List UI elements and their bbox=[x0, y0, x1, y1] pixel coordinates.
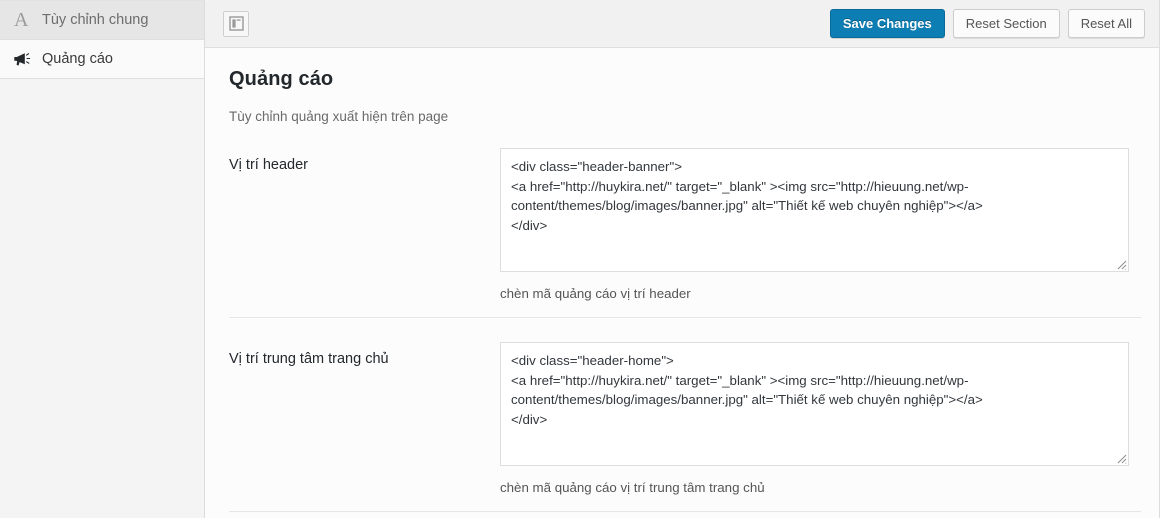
toolbar: Save Changes Reset Section Reset All bbox=[205, 0, 1159, 48]
typography-icon: A bbox=[14, 9, 29, 31]
reset-all-button[interactable]: Reset All bbox=[1067, 9, 1145, 38]
field-control: chèn mã quảng cáo vị trí header bbox=[500, 148, 1129, 301]
sidebar-item-quang-cao[interactable]: Quảng cáo bbox=[0, 40, 204, 79]
header-ad-code-input[interactable] bbox=[500, 148, 1129, 272]
page-subtitle: Tùy chỉnh quảng xuất hiện trên page bbox=[229, 109, 449, 124]
sidebar-item-tuy-chinh-chung[interactable]: A Tùy chỉnh chung bbox=[0, 1, 204, 40]
settings-content: Quảng cáo Tùy chỉnh quảng xuất hiện trên… bbox=[205, 48, 1159, 518]
textarea-wrap bbox=[500, 148, 1129, 272]
field-hint: chèn mã quảng cáo vị trí trung tâm trang… bbox=[500, 480, 765, 495]
save-changes-button[interactable]: Save Changes bbox=[829, 9, 945, 38]
toolbar-actions: Save Changes Reset Section Reset All bbox=[829, 9, 1145, 38]
page-title: Quảng cáo bbox=[229, 68, 334, 90]
sidebar-item-label: Quảng cáo bbox=[42, 51, 113, 67]
panel-layout-icon bbox=[228, 16, 244, 31]
main-panel: Save Changes Reset Section Reset All Quả… bbox=[205, 0, 1160, 518]
sidebar-item-label: Tùy chỉnh chung bbox=[42, 12, 149, 28]
field-hint: chèn mã quảng cáo vị trí header bbox=[500, 286, 691, 301]
sidebar: A Tùy chỉnh chung Quảng cáo bbox=[0, 0, 205, 518]
reset-section-button[interactable]: Reset Section bbox=[952, 9, 1060, 38]
panel-layout-toggle-button[interactable] bbox=[223, 10, 249, 37]
options-panel: A Tùy chỉnh chung Quảng cáo Save Changes… bbox=[0, 0, 1160, 518]
field-row: Vị trí header chèn mã quảng cáo vị trí h… bbox=[229, 124, 1141, 318]
field-control: chèn mã quảng cáo vị trí trung tâm trang… bbox=[500, 342, 1129, 495]
field-label-home-center-position: Vị trí trung tâm trang chủ bbox=[229, 351, 389, 367]
field-label-header-position: Vị trí header bbox=[229, 157, 308, 173]
field-row: Vị trí trung tâm trang chủ chèn mã quảng… bbox=[229, 318, 1141, 512]
megaphone-icon bbox=[14, 52, 42, 67]
home-center-ad-code-input[interactable] bbox=[500, 342, 1129, 466]
textarea-wrap bbox=[500, 342, 1129, 466]
sidebar-empty-space bbox=[0, 79, 204, 517]
